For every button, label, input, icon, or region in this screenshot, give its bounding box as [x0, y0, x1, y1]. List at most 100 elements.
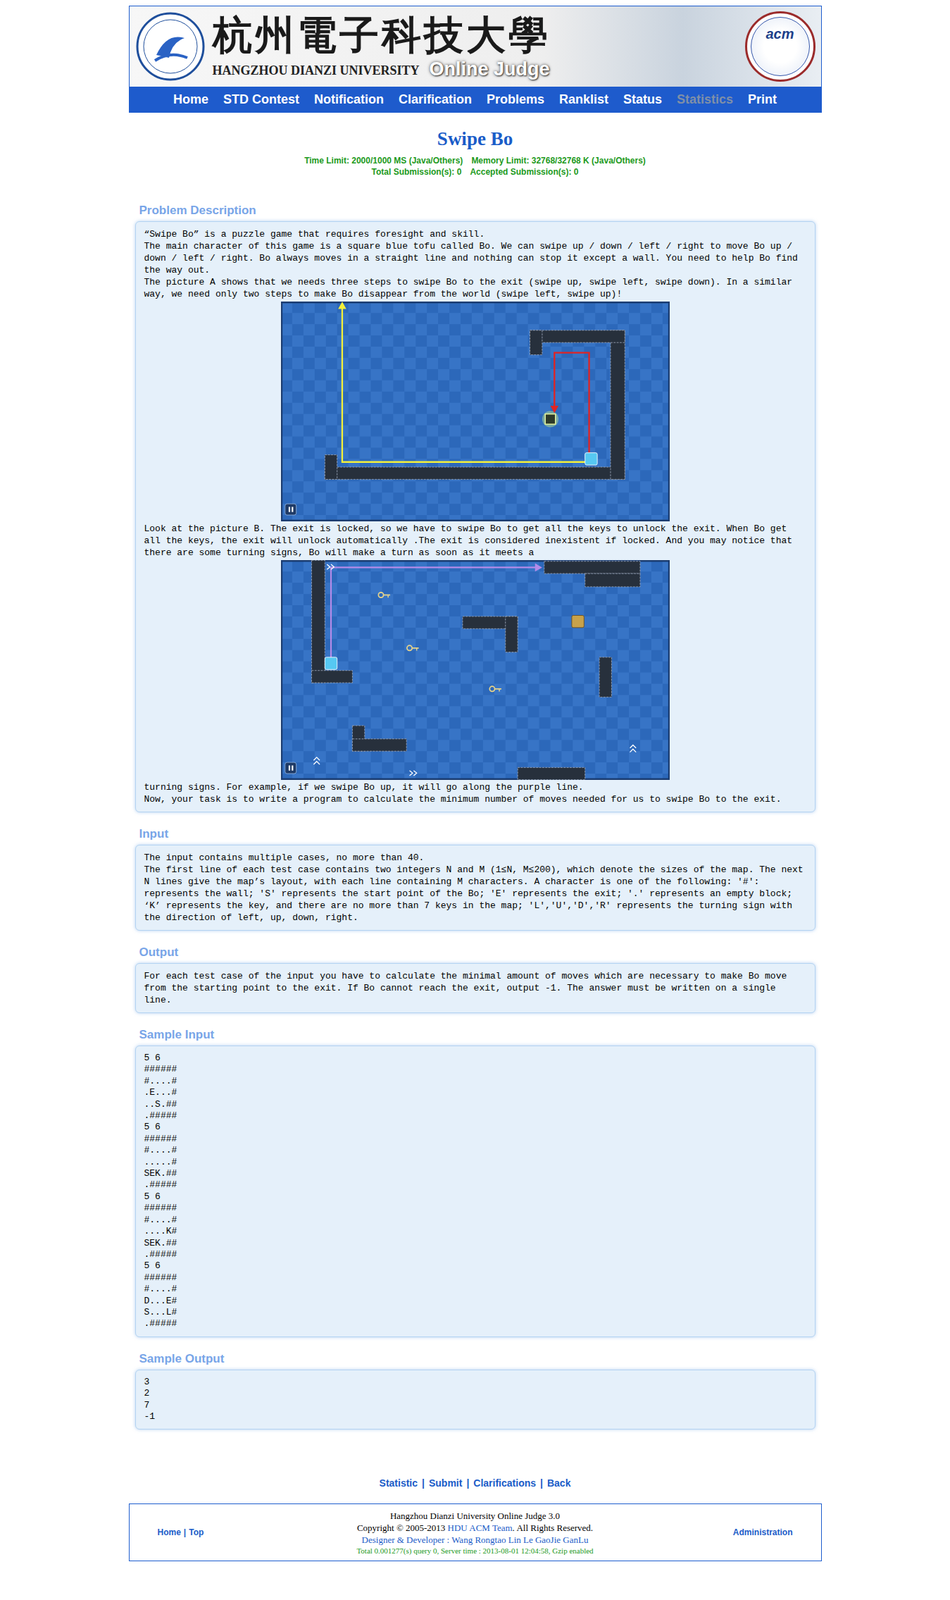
code-line: 5 6 — [144, 1190, 807, 1203]
problem-link[interactable]: Statistic — [379, 1475, 418, 1491]
footer-title: Hangzhou Dianzi University Online Judge … — [390, 1509, 560, 1522]
code-line: SEK.## — [144, 1167, 807, 1179]
code-line: 5 6 — [144, 1052, 807, 1064]
text-paragraph: For each test case of the input you have… — [144, 969, 807, 1006]
code-block: 327-1 — [144, 1376, 807, 1423]
nav-item[interactable]: STD Contest — [223, 90, 300, 110]
limits: Time Limit: 2000/1000 MS (Java/Others)Me… — [304, 154, 646, 167]
section-panel: 327-1 — [135, 1369, 816, 1430]
problem-title: Swipe Bo — [437, 126, 513, 151]
link-separator: | — [540, 1475, 543, 1491]
nav-item[interactable]: Print — [747, 90, 777, 110]
footer-left: Home|Top — [157, 1525, 264, 1539]
problem-link[interactable]: Clarifications — [473, 1475, 536, 1491]
code-line: #....# — [144, 1075, 807, 1087]
copyright-link[interactable]: HDU ACM Team — [447, 1521, 513, 1533]
banner-title-en: HANGZHOU DIANZI UNIVERSITY — [212, 61, 420, 81]
section-heading: Input — [128, 826, 822, 842]
problem-section: Problem Description“Swipe Bo” is a puzzl… — [128, 202, 822, 812]
code-line: 2 — [144, 1387, 807, 1399]
problem-links: Statistic|Submit|Clarifications|Back — [128, 1428, 822, 1503]
section-heading: Problem Description — [128, 202, 822, 219]
code-line: ....K# — [144, 1225, 807, 1237]
link-separator: | — [421, 1475, 425, 1491]
section-heading: Sample Output — [128, 1350, 822, 1367]
code-line: ###### — [144, 1063, 807, 1075]
section-panel: For each test case of the input you have… — [135, 962, 816, 1013]
submission-text: Total Submission(s): 0 — [371, 166, 462, 178]
footer-link[interactable]: Home — [157, 1525, 181, 1539]
code-line: .##### — [144, 1248, 807, 1260]
text-paragraph: Now, your task is to write a program to … — [144, 792, 807, 805]
code-line: .##### — [144, 1178, 807, 1191]
submissions: Total Submission(s): 0 Accepted Submissio… — [371, 166, 579, 178]
header: 杭州電子科技大學 HANGZHOU DIANZI UNIVERSITY Online… — [128, 5, 822, 113]
code-block: 5 6#######....#.E...#..S.##.#####5 6####… — [144, 1052, 807, 1330]
footer-copyright: Copyright © 2005-2013 HDU ACM Team. All … — [357, 1521, 593, 1534]
footer-center: Hangzhou Dianzi University Online Judge … — [263, 1509, 688, 1555]
code-line: #....# — [144, 1144, 807, 1156]
code-line: 3 — [144, 1376, 807, 1388]
nav-item[interactable]: Home — [173, 90, 209, 110]
code-line: .##### — [144, 1109, 807, 1122]
code-line: .E...# — [144, 1086, 807, 1098]
picture-block — [144, 300, 807, 523]
nav-item[interactable]: Status — [623, 90, 662, 110]
nav-item[interactable]: Statistics — [676, 90, 734, 110]
section-heading: Sample Input — [128, 1026, 822, 1043]
code-line: .##### — [144, 1317, 807, 1329]
code-line: ###### — [144, 1133, 807, 1145]
footer-right: Administration — [687, 1525, 793, 1539]
nav-bar: Home STD Contest Notification Clarification… — [129, 86, 822, 112]
text-paragraph: The first line of each test case contain… — [144, 863, 807, 924]
copyright-text: Copyright © 2005-2013 — [357, 1521, 448, 1533]
code-line: ..S.## — [144, 1098, 807, 1110]
footer-server: Total 0.001277(s) query 0, Server time :… — [356, 1545, 593, 1555]
text-paragraph: The input contains multiple cases, no mo… — [144, 851, 807, 864]
picture-block — [144, 558, 807, 781]
problem-link[interactable]: Back — [547, 1475, 571, 1491]
code-line: #....# — [144, 1283, 807, 1295]
submission-text: Accepted Submission(s): 0 — [469, 166, 579, 178]
code-line: .....# — [144, 1156, 807, 1168]
footer-designer[interactable]: Designer & Developer : Wang Rongtao Lin … — [361, 1533, 589, 1546]
picture-b — [280, 559, 670, 780]
code-line: #....# — [144, 1214, 807, 1226]
section-panel: The input contains multiple cases, no mo… — [135, 844, 816, 931]
nav-item[interactable]: Clarification — [398, 90, 472, 110]
nav-item[interactable]: Problems — [486, 90, 545, 110]
picture-a — [280, 301, 670, 522]
limit-text: Memory Limit: 32768/32768 K (Java/Others… — [471, 154, 646, 167]
code-line: 5 6 — [144, 1121, 807, 1133]
problem-section: Sample Output 327-1 — [128, 1350, 822, 1430]
code-line: S...L# — [144, 1306, 807, 1318]
university-logo-icon — [135, 11, 206, 82]
code-line: -1 — [144, 1410, 807, 1422]
page: 杭州電子科技大學 HANGZHOU DIANZI UNIVERSITY Online… — [0, 0, 950, 1600]
nav-item[interactable]: Ranklist — [559, 90, 609, 110]
acm-badge: acm — [765, 23, 794, 45]
section-panel: 5 6#######....#.E...#..S.##.#####5 6####… — [135, 1045, 816, 1337]
problem-header: Swipe Bo Time Limit: 2000/1000 MS (Java/O… — [128, 112, 822, 178]
banner-subtitle: Online Judge — [429, 57, 550, 81]
copyright-text: . All Rights Reserved. — [512, 1521, 593, 1533]
footer-link[interactable]: Top — [188, 1525, 204, 1539]
problem-section: OutputFor each test case of the input yo… — [128, 944, 822, 1013]
footer-separator: | — [183, 1525, 186, 1539]
banner: 杭州電子科技大學 HANGZHOU DIANZI UNIVERSITY Online… — [129, 6, 822, 87]
problem-section: Input The input contains multiple cases, … — [128, 826, 822, 931]
sections: Problem Description“Swipe Bo” is a puzzl… — [128, 177, 822, 1429]
footer: Home|Top Hangzhou Dianzi University Onlin… — [128, 1502, 822, 1561]
problem-section: Sample Input5 6#######....#.E...#..S.##.… — [128, 1026, 822, 1337]
code-line: 5 6 — [144, 1259, 807, 1272]
admin-link[interactable]: Administration — [733, 1525, 793, 1539]
code-line: ###### — [144, 1271, 807, 1284]
text-paragraph: The picture A shows that we needs three … — [144, 276, 807, 300]
code-line: 7 — [144, 1399, 807, 1411]
code-line: ###### — [144, 1202, 807, 1214]
problem-link[interactable]: Submit — [428, 1475, 462, 1491]
nav-item[interactable]: Notification — [314, 90, 384, 110]
text-paragraph: turning signs. For example, if we swipe … — [144, 780, 807, 793]
banner-title-cn: 杭州電子科技大學 — [212, 12, 551, 58]
code-line: D...E# — [144, 1295, 807, 1307]
